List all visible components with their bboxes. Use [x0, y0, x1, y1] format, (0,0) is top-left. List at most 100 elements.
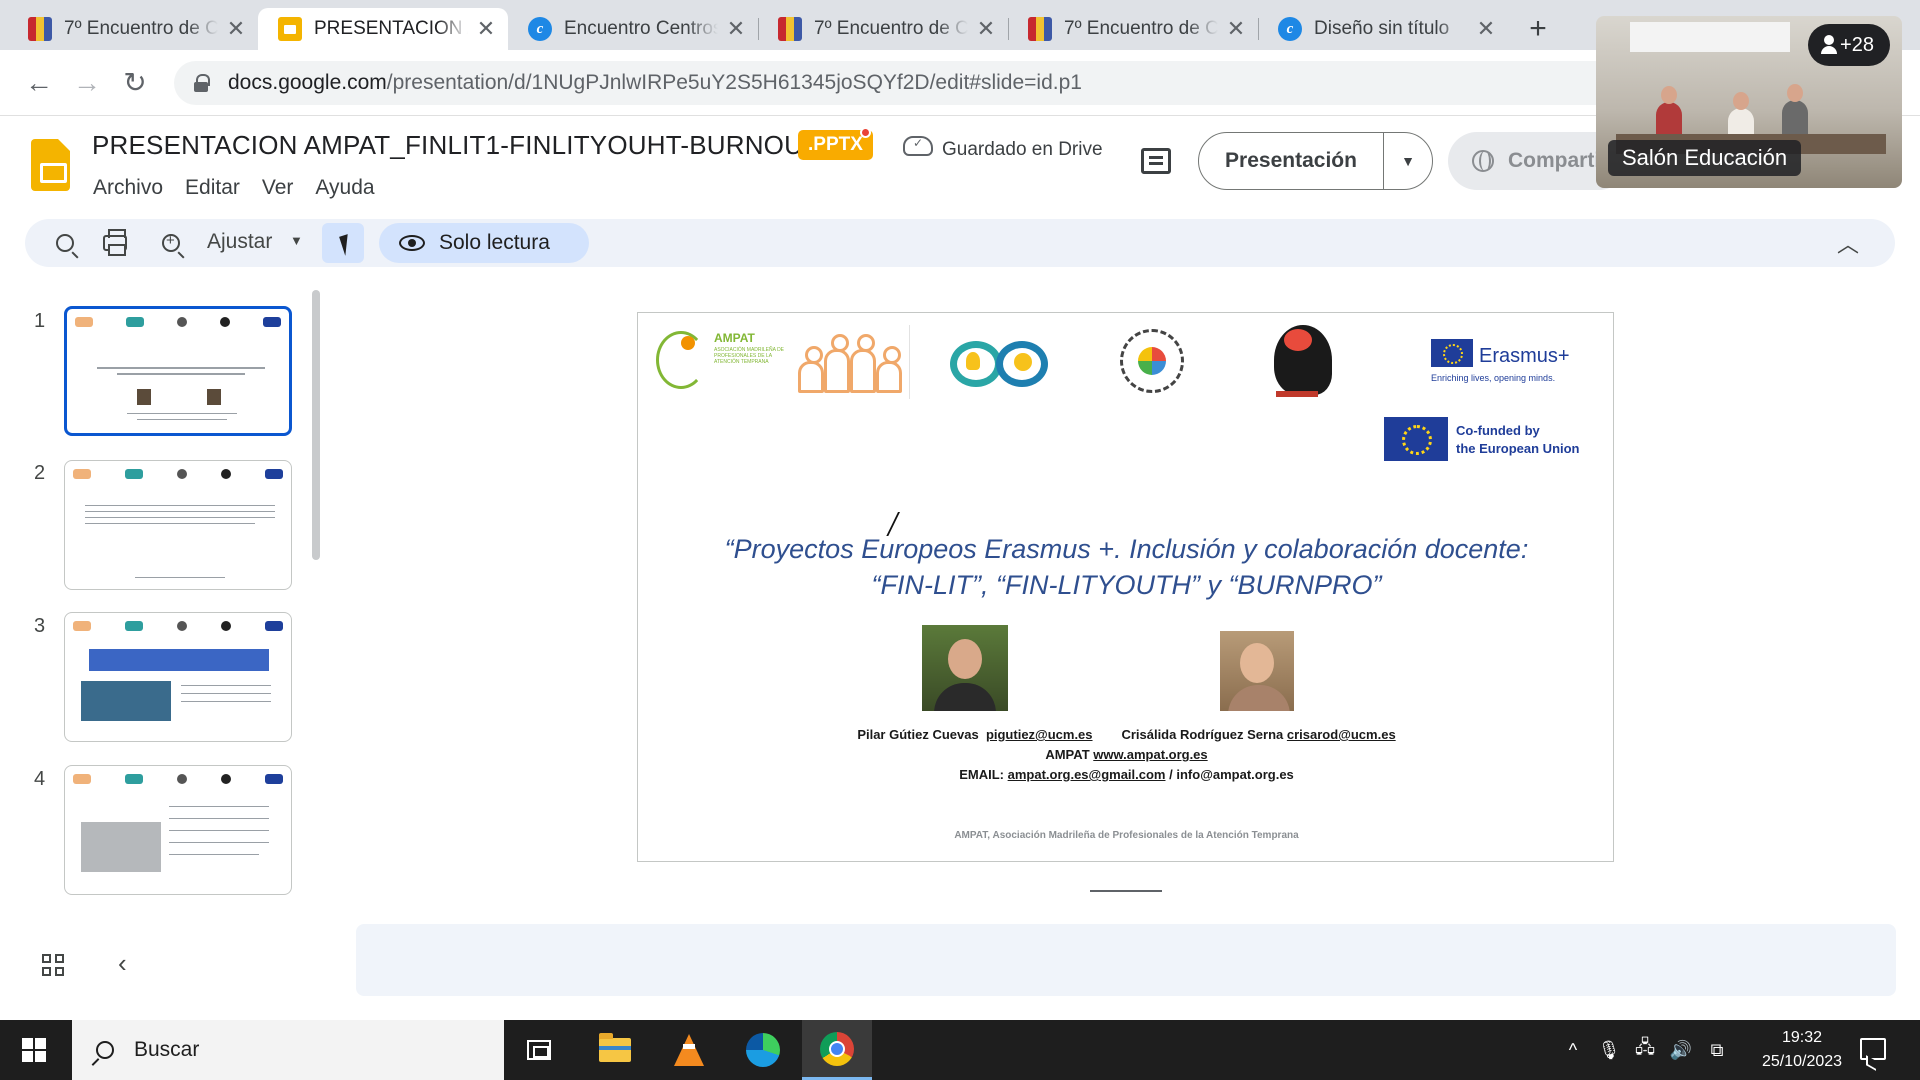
email-separator: / [1169, 767, 1173, 782]
slide-canvas[interactable]: AMPAT ASOCIACIÓN MADRILEÑA DE PROFESIONA… [637, 312, 1614, 862]
slide-thumbnail-3[interactable] [64, 612, 292, 742]
tab-title: 7º Encuentro de Centros [1064, 18, 1218, 39]
present-button[interactable]: Presentación [1199, 149, 1383, 173]
slides-logo-icon[interactable] [31, 139, 70, 191]
filmstrip-scrollbar[interactable] [312, 290, 320, 560]
search-icon[interactable] [51, 229, 79, 257]
zoom-select[interactable]: Ajustar [207, 230, 272, 254]
room-label: Salón Educación [1608, 140, 1802, 176]
chevron-left-icon[interactable]: ‹ [118, 948, 127, 979]
close-icon[interactable]: ✕ [226, 16, 246, 42]
speaker-2-name: Crisálida Rodríguez Serna [1121, 727, 1284, 742]
browser-tab-presentacion[interactable]: PRESENTACION AMPAT_FINLIT1 ✕ [258, 8, 508, 50]
browser-tab-diseno[interactable]: c Diseño sin título ✕ [1258, 8, 1508, 50]
menu-ver[interactable]: Ver [251, 174, 305, 202]
tray-chevron-up-icon[interactable]: ^ [1558, 1020, 1588, 1080]
org-email[interactable]: ampat.org.es@gmail.com [1008, 767, 1166, 782]
notification-dot-icon [860, 127, 871, 138]
select-tool-button[interactable] [322, 223, 364, 263]
edge-icon[interactable] [728, 1020, 798, 1080]
slide-title: “Proyectos Europeos Erasmus +. Inclusión… [658, 531, 1595, 603]
video-call-overlay[interactable]: +28 Salón Educación [1596, 16, 1902, 188]
new-tab-button[interactable]: + [1518, 8, 1558, 50]
children-group-icon [798, 329, 904, 393]
info-email: info@ampat.org.es [1176, 767, 1294, 782]
volume-icon[interactable]: 🔊 [1666, 1020, 1696, 1080]
chevron-down-icon[interactable]: ▼ [1384, 153, 1432, 169]
browser-tab-encuentro-2[interactable]: 7º Encuentro de Centros ✕ [758, 8, 1008, 50]
email-label: EMAIL: [959, 767, 1004, 782]
grid-view-icon[interactable] [42, 954, 64, 976]
smiley-icon [1014, 353, 1032, 371]
close-icon[interactable]: ✕ [476, 16, 496, 42]
burnpro-head-logo [1270, 323, 1336, 399]
lightbulb-icon [966, 352, 980, 370]
cloud-saved-icon [903, 136, 933, 156]
slide-thumbnail-4[interactable] [64, 765, 292, 895]
ampat-name: AMPAT [714, 331, 755, 345]
taskbar-clock[interactable]: 19:32 25/10/2023 [1754, 1026, 1850, 1074]
eu-line-1: Co-funded by [1456, 423, 1540, 438]
encuentro-favicon-icon [1028, 17, 1052, 41]
menu-editar[interactable]: Editar [174, 174, 251, 202]
canva-favicon-icon: c [1278, 17, 1302, 41]
file-explorer-icon[interactable] [580, 1020, 650, 1080]
slide-number: 3 [34, 615, 46, 637]
notifications-icon[interactable] [1860, 1038, 1886, 1060]
tab-title: PRESENTACION AMPAT_FINLIT1 [314, 18, 468, 39]
menu-ayuda[interactable]: Ayuda [304, 174, 385, 202]
windows-start-icon[interactable] [22, 1038, 46, 1062]
participants-count-button[interactable]: +28 [1808, 24, 1890, 66]
back-arrow-icon[interactable]: ← [18, 62, 60, 104]
browser-tab-encuentro-3[interactable]: 7º Encuentro de Centros ✕ [1008, 8, 1258, 50]
participants-count: +28 [1840, 33, 1874, 56]
caret-down-icon[interactable]: ▼ [290, 233, 303, 248]
address-bar[interactable]: docs.google.com/presentation/d/1NUgPJnlw… [174, 60, 1744, 105]
close-icon[interactable]: ✕ [976, 16, 996, 42]
display-icon[interactable]: ⧉ [1702, 1020, 1732, 1080]
network-icon[interactable]: 🖧 [1630, 1020, 1660, 1080]
slide-number: 1 [34, 310, 46, 332]
zoom-icon[interactable] [157, 229, 185, 257]
reload-icon[interactable]: ↻ [114, 62, 156, 104]
menu-archivo[interactable]: Archivo [82, 174, 174, 202]
slide-thumbnail-1[interactable] [64, 306, 292, 436]
slide-thumbnail-2[interactable] [64, 460, 292, 590]
clock-time: 19:32 [1781, 1029, 1823, 1046]
comments-icon[interactable] [1141, 148, 1171, 174]
org-website[interactable]: www.ampat.org.es [1093, 747, 1207, 762]
print-icon[interactable] [101, 229, 129, 257]
tab-title: Diseño sin título [1314, 18, 1450, 39]
cursor-arrow-icon [338, 234, 354, 256]
forward-arrow-icon[interactable]: → [66, 62, 108, 104]
browser-tab-encuentro-centros[interactable]: c Encuentro Centros ✕ [508, 8, 758, 50]
vlc-icon[interactable] [654, 1020, 724, 1080]
notes-resize-handle[interactable] [1090, 890, 1162, 892]
chrome-icon[interactable] [802, 1020, 872, 1080]
speaker-1-email[interactable]: pigutiez@ucm.es [986, 727, 1093, 742]
document-title[interactable]: PRESENTACION AMPAT_FINLIT1-FINLITYOUHT-B… [92, 130, 819, 161]
speaker-notes-area[interactable] [356, 924, 1896, 996]
eu-line-2: the European Union [1456, 441, 1580, 456]
windows-taskbar: Buscar ^ 🎙 🖧 🔊 ⧉ 19:32 25/10/2023 [0, 1020, 1920, 1080]
taskbar-search[interactable]: Buscar [72, 1020, 504, 1080]
save-status: Guardado en Drive [942, 139, 1103, 160]
erasmus-word: Erasmus+ [1479, 345, 1570, 367]
browser-tab-encuentro-1[interactable]: 7º Encuentro de Centros ✕ [8, 8, 258, 50]
slide-number: 2 [34, 462, 46, 484]
speaker-1-name: Pilar Gútiez Cuevas [857, 727, 979, 742]
task-view-icon[interactable] [504, 1020, 574, 1080]
microphone-icon[interactable]: 🎙 [1594, 1020, 1624, 1080]
close-icon[interactable]: ✕ [1476, 16, 1496, 42]
slides-toolbar: Ajustar ▼ Solo lectura ︿ [25, 219, 1895, 267]
readonly-mode-button[interactable]: Solo lectura [379, 223, 589, 263]
lock-icon[interactable] [194, 73, 210, 92]
speaker-2-email[interactable]: crisarod@ucm.es [1287, 727, 1396, 742]
chevron-up-icon[interactable]: ︿ [1837, 227, 1859, 259]
search-icon [96, 1041, 114, 1059]
slide-title-line-2: “FIN-LIT”, “FIN-LITYOUTH” y “BURNPRO” [871, 570, 1382, 600]
close-icon[interactable]: ✕ [726, 16, 746, 42]
video-projector-screen [1630, 22, 1790, 52]
share-label: Compartir [1508, 149, 1609, 172]
close-icon[interactable]: ✕ [1226, 16, 1246, 42]
